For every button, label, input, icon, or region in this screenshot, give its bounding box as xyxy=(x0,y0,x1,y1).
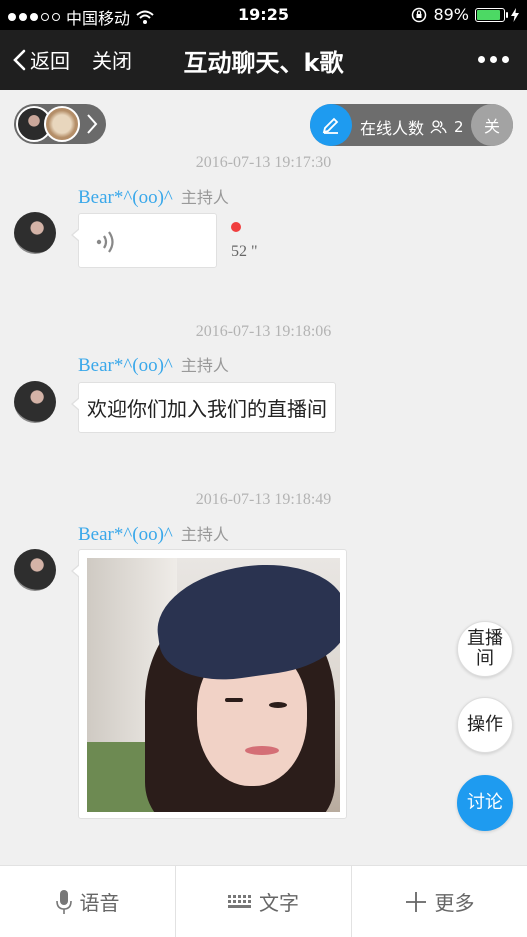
voice-tab-label: 语音 xyxy=(79,891,120,915)
sender-name[interactable]: Bear*^(oo)^ xyxy=(78,524,173,546)
sender-name[interactable]: Bear*^(oo)^ xyxy=(78,355,173,377)
bottom-toolbar: 语音 文字 更多 xyxy=(0,865,527,937)
page-title: 互动聊天、k歌 xyxy=(183,49,344,77)
charging-icon xyxy=(511,7,519,22)
text-tab-label: 文字 xyxy=(259,891,299,915)
chevron-right-icon xyxy=(87,114,98,134)
discuss-button[interactable]: 讨论 xyxy=(457,775,513,831)
status-bar: 中国移动 19:25 89% xyxy=(0,0,527,30)
users-icon xyxy=(430,120,447,134)
online-users-button[interactable] xyxy=(14,104,106,144)
sender-role: 主持人 xyxy=(180,525,229,544)
unread-dot xyxy=(231,222,241,232)
close-room-button[interactable]: 关 xyxy=(471,104,513,146)
more-tab[interactable]: 更多 xyxy=(352,866,527,937)
text-tab[interactable]: 文字 xyxy=(176,866,352,937)
sender-role: 主持人 xyxy=(180,188,229,207)
status-right: 89% xyxy=(411,5,519,24)
online-count-value: 2 xyxy=(454,118,464,136)
message-sender: Bear*^(oo)^ 主持人 xyxy=(78,184,229,209)
avatar[interactable] xyxy=(14,549,56,591)
avatar[interactable] xyxy=(14,381,56,423)
message-timestamp: 2016-07-13 19:17:30 xyxy=(195,154,332,171)
text-message[interactable]: 欢迎你们加入我们的直播间 xyxy=(71,382,336,433)
voice-tab[interactable]: 语音 xyxy=(0,866,176,937)
message-timestamp: 2016-07-13 19:18:49 xyxy=(195,491,332,508)
online-label: 在线人数 xyxy=(360,119,425,138)
avatar[interactable] xyxy=(14,212,56,254)
voice-wave-icon xyxy=(96,231,114,253)
back-button[interactable]: 返回 xyxy=(12,45,70,74)
message-sender: Bear*^(oo)^ 主持人 xyxy=(78,521,229,546)
microphone-icon xyxy=(55,889,72,914)
orientation-lock-icon xyxy=(412,7,427,22)
message-sender: Bear*^(oo)^ 主持人 xyxy=(78,352,229,377)
nav-bar: 返回 关闭 互动聊天、k歌 xyxy=(0,30,527,90)
voice-duration: 52 " xyxy=(231,243,258,260)
voice-message[interactable] xyxy=(71,213,217,268)
operate-button[interactable]: 操作 xyxy=(457,697,513,753)
more-icon[interactable] xyxy=(478,56,509,63)
pencil-icon xyxy=(322,117,339,134)
edit-button[interactable] xyxy=(310,104,352,146)
avatar xyxy=(44,106,80,142)
online-count-bar: 在线人数 2 关 xyxy=(310,104,513,146)
sender-name[interactable]: Bear*^(oo)^ xyxy=(78,187,173,209)
image-message[interactable] xyxy=(71,549,347,819)
keyboard-icon xyxy=(228,895,251,908)
live-room-button[interactable]: 直播 间 xyxy=(457,621,513,677)
sender-role: 主持人 xyxy=(180,356,229,375)
online-count: 在线人数 2 xyxy=(360,115,464,139)
battery-icon xyxy=(475,7,508,22)
photo-image xyxy=(87,558,340,812)
more-tab-label: 更多 xyxy=(434,891,475,915)
battery-percent: 89% xyxy=(433,5,469,24)
back-label: 返回 xyxy=(30,49,70,73)
plus-icon xyxy=(405,891,426,912)
chevron-left-icon xyxy=(13,49,26,70)
close-button[interactable]: 关闭 xyxy=(92,45,132,74)
message-timestamp: 2016-07-13 19:18:06 xyxy=(195,323,332,340)
